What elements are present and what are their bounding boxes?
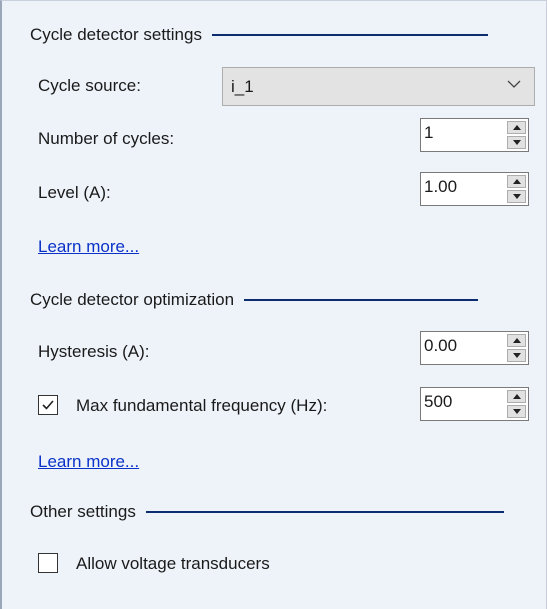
increment-button[interactable]: [507, 390, 526, 403]
decrement-button[interactable]: [507, 136, 526, 149]
cycle-source-label: Cycle source:: [38, 76, 141, 95]
down-arrow-icon: [512, 409, 521, 414]
section-title: Other settings: [30, 502, 136, 521]
max-frequency-value[interactable]: 500: [424, 392, 452, 412]
decrement-button[interactable]: [507, 405, 526, 418]
cycle-source-value: i_1: [231, 77, 254, 96]
up-arrow-icon: [512, 125, 521, 130]
number-of-cycles-label: Number of cycles:: [38, 129, 175, 148]
hysteresis-value[interactable]: 0.00: [424, 336, 457, 356]
increment-button[interactable]: [507, 175, 526, 188]
up-arrow-icon: [512, 179, 521, 184]
increment-button[interactable]: [507, 334, 526, 347]
section-rule: [244, 299, 479, 301]
section-cycle-detector-settings: Cycle detector settings: [30, 23, 488, 47]
section-rule: [145, 511, 504, 513]
decrement-button[interactable]: [507, 349, 526, 362]
level-label: Level (A):: [38, 183, 111, 202]
learn-more-link[interactable]: Learn more...: [38, 237, 139, 257]
max-frequency-checkbox[interactable]: [38, 395, 58, 415]
section-title: Cycle detector settings: [30, 25, 202, 44]
learn-more-link[interactable]: Learn more...: [38, 452, 139, 472]
down-arrow-icon: [512, 194, 521, 199]
chevron-down-icon: [507, 80, 521, 88]
cycle-source-dropdown[interactable]: i_1: [222, 67, 535, 106]
up-arrow-icon: [512, 338, 521, 343]
hysteresis-spinner[interactable]: 0.00: [420, 331, 529, 365]
section-title: Cycle detector optimization: [30, 290, 235, 309]
allow-voltage-transducers-checkbox[interactable]: [38, 553, 58, 573]
number-of-cycles-spinner[interactable]: 1: [420, 118, 529, 152]
level-spinner[interactable]: 1.00: [420, 172, 529, 206]
down-arrow-icon: [512, 140, 521, 145]
section-other-settings: Other settings: [30, 500, 504, 524]
decrement-button[interactable]: [507, 190, 526, 203]
settings-panel: Cycle detector settings Cycle source: i_…: [0, 0, 547, 609]
section-rule: [211, 34, 488, 36]
level-value[interactable]: 1.00: [424, 177, 457, 197]
up-arrow-icon: [512, 394, 521, 399]
checkmark-icon: [42, 400, 54, 410]
hysteresis-label: Hysteresis (A):: [38, 342, 150, 361]
down-arrow-icon: [512, 353, 521, 358]
allow-voltage-transducers-label[interactable]: Allow voltage transducers: [76, 554, 270, 574]
section-cycle-detector-optimization: Cycle detector optimization: [30, 288, 479, 312]
increment-button[interactable]: [507, 121, 526, 134]
max-frequency-spinner[interactable]: 500: [420, 387, 529, 421]
number-of-cycles-value[interactable]: 1: [424, 123, 433, 143]
max-frequency-label[interactable]: Max fundamental frequency (Hz):: [76, 396, 327, 416]
